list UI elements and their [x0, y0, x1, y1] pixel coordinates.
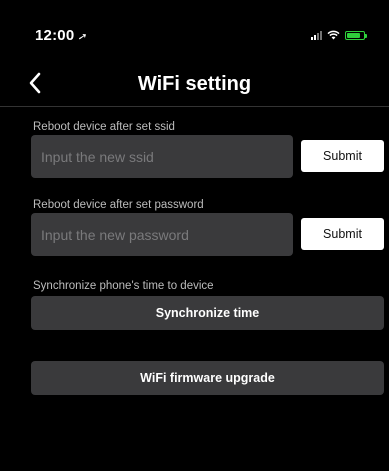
status-time: 12:00 ➚	[35, 27, 89, 44]
time-sync-section-label: Synchronize phone's time to device	[33, 280, 214, 292]
wifi-icon	[327, 30, 340, 40]
cellular-signal-icon	[311, 30, 322, 40]
battery-level	[347, 32, 360, 38]
page-title: WiFi setting	[137, 73, 252, 95]
ssid-input[interactable]	[41, 148, 283, 165]
nav-bar: WiFi setting	[0, 62, 389, 106]
password-submit-button[interactable]: Submit	[301, 218, 384, 250]
status-icons	[311, 30, 367, 40]
ssid-submit-button[interactable]: Submit	[301, 140, 384, 172]
password-section-label: Reboot device after set password	[33, 199, 204, 211]
location-arrow-icon: ➚	[77, 30, 89, 44]
password-input[interactable]	[41, 226, 283, 243]
nav-divider	[0, 106, 389, 107]
ssid-field[interactable]	[31, 135, 293, 178]
status-time-text: 12:00	[35, 27, 75, 44]
ssid-section-label: Reboot device after set ssid	[33, 121, 175, 133]
status-bar: 12:00 ➚	[0, 0, 389, 50]
synchronize-time-button[interactable]: Synchronize time	[31, 296, 384, 330]
wifi-firmware-upgrade-button[interactable]: WiFi firmware upgrade	[31, 361, 384, 395]
battery-icon	[345, 30, 367, 40]
password-field[interactable]	[31, 213, 293, 256]
